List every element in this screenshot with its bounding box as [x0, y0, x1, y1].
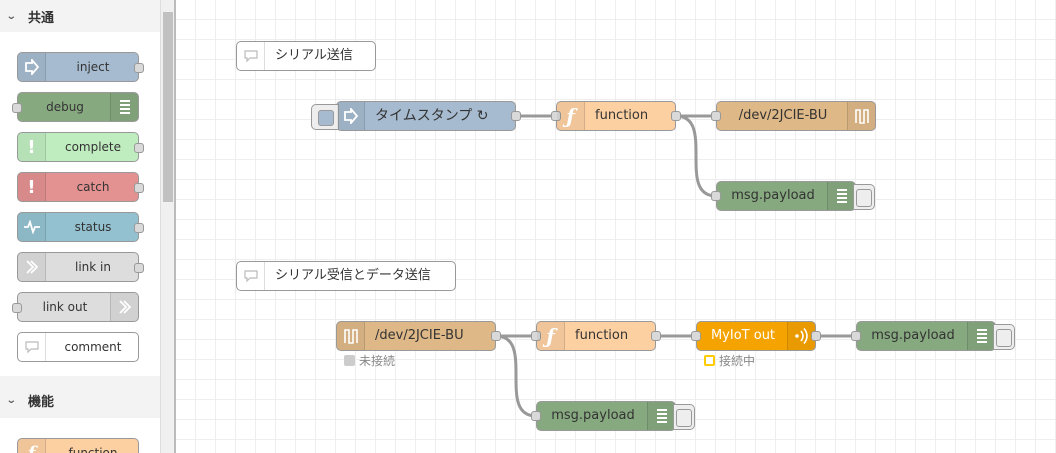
palette-node-label: link in [75, 260, 111, 274]
myiot-out-node[interactable]: MyIoT out [691, 321, 821, 351]
output-port[interactable] [671, 111, 681, 121]
status-icon [18, 213, 46, 241]
comment-icon [18, 333, 46, 361]
debug-toggle-button[interactable] [853, 184, 875, 210]
output-port[interactable] [511, 111, 521, 121]
link-icon [110, 293, 138, 321]
palette-node-label: debug [46, 100, 84, 114]
output-port[interactable] [491, 331, 501, 341]
palette-node-function[interactable]: ƒ function [17, 438, 139, 453]
node-label: msg.payload [871, 328, 955, 343]
inject-trigger-button[interactable] [311, 104, 339, 130]
node-label: function [575, 328, 629, 343]
palette-node-inject[interactable]: inject [17, 52, 144, 82]
palette-category-function-body: ƒ function [0, 418, 160, 453]
palette-node-debug[interactable]: debug [12, 92, 139, 122]
palette-node-link-in[interactable]: link in [17, 252, 144, 282]
serial-in-node[interactable]: /dev/2JCIE-BU [336, 321, 501, 351]
serial-out-node[interactable]: /dev/2JCIE-BU [711, 101, 876, 131]
palette-node-label: catch [76, 180, 110, 194]
category-label: 機能 [28, 394, 55, 410]
function-icon: ƒ [18, 439, 46, 453]
status-text: 接続中 [719, 354, 756, 368]
node-label: /dev/2JCIE-BU [738, 108, 828, 123]
palette-node-label: comment [64, 340, 122, 354]
node-label: シリアル送信 [275, 48, 353, 63]
serial-in-status: 未接続 [344, 352, 395, 369]
output-port[interactable] [811, 331, 821, 341]
debug-node-1[interactable]: msg.payload [711, 181, 875, 211]
palette-node-label: inject [76, 60, 110, 74]
palette-scrollbar-thumb[interactable] [163, 12, 173, 202]
wire-serial-in-debug3[interactable] [495, 334, 537, 418]
chevron-down-icon: ⌄ [5, 10, 17, 22]
node-label: タイムスタンプ ↻ [375, 108, 489, 124]
debug-icon [967, 322, 995, 350]
link-icon [18, 253, 46, 281]
debug-icon [110, 93, 138, 121]
inject-icon [337, 102, 365, 130]
palette-node-label: complete [64, 140, 122, 154]
myiot-status: 接続中 [704, 352, 755, 369]
output-port [134, 183, 144, 193]
alert-icon: ! [18, 133, 46, 161]
palette-node-link-out[interactable]: link out [12, 292, 139, 322]
debug-icon [647, 402, 675, 430]
palette-node-label: function [68, 446, 118, 453]
palette-category-function[interactable]: ⌄ 機能 [0, 384, 160, 416]
comment-icon [237, 42, 265, 70]
output-port [134, 63, 144, 73]
wire-function-debug1[interactable] [675, 114, 717, 198]
debug-node-2[interactable]: msg.payload [851, 321, 1015, 351]
palette-node-label: link out [42, 300, 88, 314]
debug-toggle-button[interactable] [993, 324, 1015, 350]
chevron-down-icon: ⌄ [5, 394, 17, 406]
function-node-1[interactable]: ƒ function [551, 101, 681, 131]
node-label: /dev/2JCIE-BU [375, 328, 464, 343]
serial-port-icon [847, 102, 875, 130]
function-icon: ƒ [537, 322, 565, 350]
palette-category-common[interactable]: ⌄ 共通 [0, 0, 160, 32]
palette-node-comment[interactable]: comment [17, 332, 139, 362]
comment-node-serial-send[interactable]: シリアル送信 [236, 41, 376, 71]
node-label: msg.payload [551, 408, 635, 423]
function-icon: ƒ [557, 102, 585, 130]
palette-scrollbar[interactable] [160, 0, 174, 453]
status-dot-icon [344, 355, 355, 366]
output-port[interactable] [651, 331, 661, 341]
node-palette: ⌄ 共通 inject debug ! complete ! catch sta… [0, 0, 160, 453]
node-label: function [595, 108, 649, 123]
output-port [134, 143, 144, 153]
inject-node-timestamp[interactable]: タイムスタンプ ↻ [311, 101, 521, 131]
node-label: シリアル受信とデータ送信 [275, 268, 431, 283]
debug-toggle-button[interactable] [673, 404, 695, 430]
node-label: MyIoT out [710, 328, 776, 343]
palette-node-status[interactable]: status [17, 212, 144, 242]
palette-node-complete[interactable]: ! complete [17, 132, 144, 162]
node-label: msg.payload [731, 188, 815, 203]
serial-port-icon [337, 322, 365, 350]
output-port [134, 223, 144, 233]
flow-workspace[interactable]: シリアル送信 タイムスタンプ ↻ ƒ function /dev/2JCIE-B… [176, 0, 1056, 453]
debug-icon [827, 182, 855, 210]
palette-node-label: status [74, 220, 112, 234]
comment-icon [237, 262, 265, 290]
function-node-2[interactable]: ƒ function [531, 321, 661, 351]
palette-category-common-body: inject debug ! complete ! catch status l… [0, 32, 160, 376]
inject-icon [18, 53, 46, 81]
node-red-editor: ⌄ 共通 inject debug ! complete ! catch sta… [0, 0, 1056, 453]
output-port [134, 263, 144, 273]
status-ring-icon [704, 355, 715, 366]
status-text: 未接続 [359, 354, 396, 368]
category-label: 共通 [28, 10, 55, 26]
palette-node-catch[interactable]: ! catch [17, 172, 144, 202]
alert-icon: ! [18, 173, 46, 201]
comment-node-serial-receive[interactable]: シリアル受信とデータ送信 [236, 261, 456, 291]
debug-node-3[interactable]: msg.payload [531, 401, 695, 431]
